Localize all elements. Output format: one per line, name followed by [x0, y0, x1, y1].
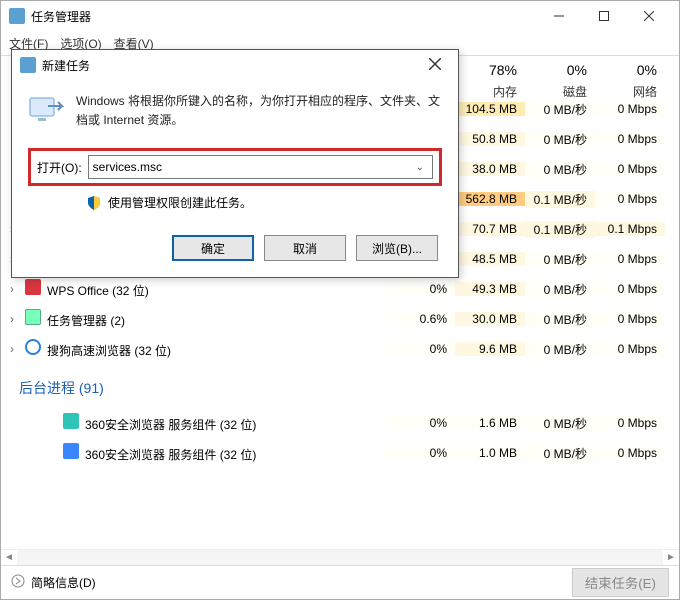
expand-icon[interactable]: › — [1, 342, 23, 356]
net-cell: 0 Mbps — [595, 192, 665, 206]
cpu-cell: 0% — [385, 342, 455, 356]
dropdown-icon[interactable]: ⌄ — [412, 162, 428, 173]
end-task-button[interactable]: 结束任务(E) — [572, 568, 669, 597]
cpu-cell: 0% — [385, 282, 455, 296]
disk-cell: 0 MB/秒 — [525, 101, 595, 118]
process-icon — [25, 309, 41, 325]
close-button[interactable] — [626, 1, 671, 31]
ok-button[interactable]: 确定 — [172, 235, 254, 261]
disk-cell: 0 MB/秒 — [525, 131, 595, 148]
app-icon — [9, 8, 25, 24]
mem-cell: 70.7 MB — [455, 222, 525, 236]
mem-cell: 1.0 MB — [455, 446, 525, 460]
cpu-cell: 0% — [385, 446, 455, 460]
disk-cell: 0 MB/秒 — [525, 311, 595, 328]
disk-pct: 0% — [525, 62, 587, 78]
open-label: 打开(O): — [37, 159, 82, 176]
process-icon — [63, 443, 79, 459]
process-name: 任务管理器 (2) — [23, 309, 385, 329]
admin-row: 使用管理权限创建此任务。 — [28, 194, 442, 211]
disk-cell: 0.1 MB/秒 — [525, 191, 595, 208]
process-icon — [25, 279, 41, 295]
process-name: WPS Office (32 位) — [23, 279, 385, 299]
admin-label: 使用管理权限创建此任务。 — [108, 194, 252, 211]
dialog-body: Windows 将根据你所键入的名称，为你打开相应的程序、文件夹、文档或 Int… — [12, 80, 458, 277]
mem-cell: 562.8 MB — [455, 192, 525, 206]
net-cell: 0 Mbps — [595, 342, 665, 356]
net-cell: 0 Mbps — [595, 132, 665, 146]
minimize-button[interactable] — [536, 1, 581, 31]
dialog-description: Windows 将根据你所键入的名称，为你打开相应的程序、文件夹、文档或 Int… — [76, 92, 442, 130]
mem-cell: 48.5 MB — [455, 252, 525, 266]
main-titlebar: 任务管理器 — [1, 1, 679, 31]
table-row[interactable]: ›搜狗高速浏览器 (32 位)0%9.6 MB0 MB/秒0 Mbps — [1, 334, 679, 364]
shield-icon — [86, 195, 102, 211]
open-input-row: 打开(O): ⌄ — [28, 148, 442, 186]
disk-cell: 0 MB/秒 — [525, 281, 595, 298]
cancel-button[interactable]: 取消 — [264, 235, 346, 261]
net-cell: 0 Mbps — [595, 252, 665, 266]
net-cell: 0 Mbps — [595, 312, 665, 326]
open-input[interactable] — [93, 160, 412, 174]
net-cell: 0 Mbps — [595, 102, 665, 116]
net-cell: 0 Mbps — [595, 446, 665, 460]
run-icon — [28, 92, 64, 128]
memory-pct: 78% — [455, 62, 517, 78]
mem-cell: 38.0 MB — [455, 162, 525, 176]
fewer-details-label[interactable]: 简略信息(D) — [31, 574, 96, 591]
dialog-icon — [20, 57, 36, 73]
browse-button[interactable]: 浏览(B)... — [356, 235, 438, 261]
mem-cell: 9.6 MB — [455, 342, 525, 356]
disk-cell: 0 MB/秒 — [525, 445, 595, 462]
process-name: 360安全浏览器 服务组件 (32 位) — [23, 443, 385, 463]
fewer-details-icon[interactable] — [11, 574, 25, 591]
mem-cell: 30.0 MB — [455, 312, 525, 326]
mem-cell: 49.3 MB — [455, 282, 525, 296]
bg-section-label: 后台进程 (91) — [1, 368, 104, 404]
scroll-left-icon[interactable]: ◄ — [1, 550, 17, 566]
mem-cell: 104.5 MB — [455, 102, 525, 116]
horizontal-scrollbar[interactable]: ◄ ► — [1, 549, 679, 565]
dialog-buttons: 确定 取消 浏览(B)... — [28, 235, 442, 261]
scroll-track[interactable] — [17, 550, 663, 566]
mem-cell: 50.8 MB — [455, 132, 525, 146]
open-combobox[interactable]: ⌄ — [88, 155, 433, 179]
window-title: 任务管理器 — [31, 8, 91, 25]
statusbar: 简略信息(D) 结束任务(E) — [1, 565, 679, 599]
disk-cell: 0.1 MB/秒 — [525, 221, 595, 238]
process-name: 搜狗高速浏览器 (32 位) — [23, 339, 385, 359]
mem-cell: 1.6 MB — [455, 416, 525, 430]
net-cell: 0 Mbps — [595, 282, 665, 296]
table-row[interactable]: ›WPS Office (32 位)0%49.3 MB0 MB/秒0 Mbps — [1, 274, 679, 304]
table-row[interactable]: 360安全浏览器 服务组件 (32 位)0%1.0 MB0 MB/秒0 Mbps — [1, 438, 679, 468]
expand-icon[interactable]: › — [1, 312, 23, 326]
disk-cell: 0 MB/秒 — [525, 341, 595, 358]
table-row[interactable]: 360安全浏览器 服务组件 (32 位)0%1.6 MB0 MB/秒0 Mbps — [1, 408, 679, 438]
net-pct: 0% — [595, 62, 657, 78]
process-icon — [25, 339, 41, 355]
cpu-cell: 0.6% — [385, 312, 455, 326]
net-cell: 0 Mbps — [595, 416, 665, 430]
expand-icon[interactable]: › — [1, 282, 23, 296]
run-dialog: 新建任务 Windows 将根据你所键入的名称，为你打开相应的程序、文件夹、文档… — [11, 49, 459, 278]
disk-cell: 0 MB/秒 — [525, 415, 595, 432]
dialog-close-button[interactable] — [420, 57, 450, 73]
maximize-button[interactable] — [581, 1, 626, 31]
disk-cell: 0 MB/秒 — [525, 251, 595, 268]
net-cell: 0.1 Mbps — [595, 222, 665, 236]
process-icon — [63, 413, 79, 429]
cpu-cell: 0% — [385, 416, 455, 430]
dialog-title: 新建任务 — [42, 57, 90, 74]
process-name: 360安全浏览器 服务组件 (32 位) — [23, 413, 385, 433]
scroll-right-icon[interactable]: ► — [663, 550, 679, 566]
table-row[interactable]: ›任务管理器 (2)0.6%30.0 MB0 MB/秒0 Mbps — [1, 304, 679, 334]
dialog-titlebar: 新建任务 — [12, 50, 458, 80]
net-cell: 0 Mbps — [595, 162, 665, 176]
disk-cell: 0 MB/秒 — [525, 161, 595, 178]
